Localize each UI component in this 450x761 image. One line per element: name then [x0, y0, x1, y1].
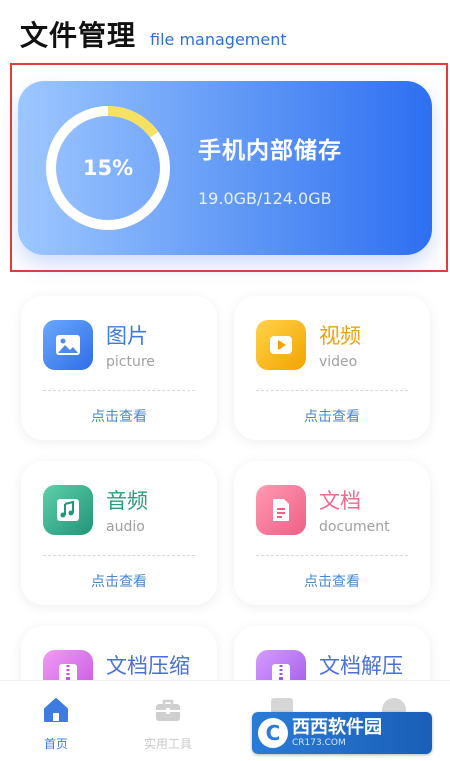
- home-icon: [44, 698, 68, 722]
- nav-label: 首页: [43, 737, 68, 751]
- document-icon: [256, 485, 306, 535]
- tile-divider: [43, 555, 195, 556]
- storage-usage-text: 19.0GB/124.0GB: [198, 189, 332, 208]
- watermark-brand: 西西软件园: [292, 716, 382, 738]
- internal-storage-card[interactable]: 15% 手机内部储存 19.0GB/124.0GB: [18, 81, 432, 255]
- play-icon: [256, 320, 306, 370]
- tile-subtitle: document: [319, 519, 390, 535]
- tile-subtitle: picture: [106, 354, 155, 370]
- page-header: 文件管理 file management: [20, 14, 287, 54]
- watermark-logo: C 西西软件园 CR173.COM: [252, 712, 432, 754]
- storage-title: 手机内部储存: [198, 138, 342, 164]
- watermark-url: CR173.COM: [292, 737, 346, 748]
- tile-title: 文档解压: [319, 654, 403, 678]
- view-link[interactable]: 点击查看: [21, 571, 217, 591]
- tile-subtitle: audio: [106, 519, 145, 535]
- tile-picture[interactable]: 图片 picture 点击查看: [21, 296, 217, 440]
- page-title: 文件管理: [20, 19, 137, 52]
- tile-divider: [256, 555, 408, 556]
- view-link[interactable]: 点击查看: [21, 406, 217, 426]
- nav-item-home[interactable]: 首页: [16, 695, 96, 752]
- tile-title: 文档压缩: [106, 654, 190, 678]
- tile-document[interactable]: 文档 document 点击查看: [234, 461, 430, 605]
- view-link[interactable]: 点击查看: [234, 406, 430, 426]
- tile-divider: [43, 390, 195, 391]
- tile-audio[interactable]: 音频 audio 点击查看: [21, 461, 217, 605]
- page-subtitle: file management: [150, 30, 287, 49]
- tile-divider: [256, 390, 408, 391]
- watermark-emblem-icon: C: [258, 718, 288, 748]
- tile-title: 图片: [106, 324, 148, 348]
- music-note-icon: [43, 485, 93, 535]
- file-manager-screen: 文件管理 file management 15% 手机内部储存 19.0GB/1…: [0, 0, 450, 761]
- tile-title: 视频: [319, 324, 361, 348]
- toolbox-icon: [156, 699, 180, 721]
- view-link[interactable]: 点击查看: [234, 571, 430, 591]
- nav-item-tools[interactable]: 实用工具: [128, 695, 208, 752]
- storage-percent: 15%: [82, 156, 134, 180]
- tile-title: 音频: [106, 489, 148, 513]
- nav-label: 实用工具: [143, 737, 192, 751]
- tile-subtitle: video: [319, 354, 358, 370]
- tile-video[interactable]: 视频 video 点击查看: [234, 296, 430, 440]
- tile-title: 文档: [319, 489, 361, 513]
- image-icon: [43, 320, 93, 370]
